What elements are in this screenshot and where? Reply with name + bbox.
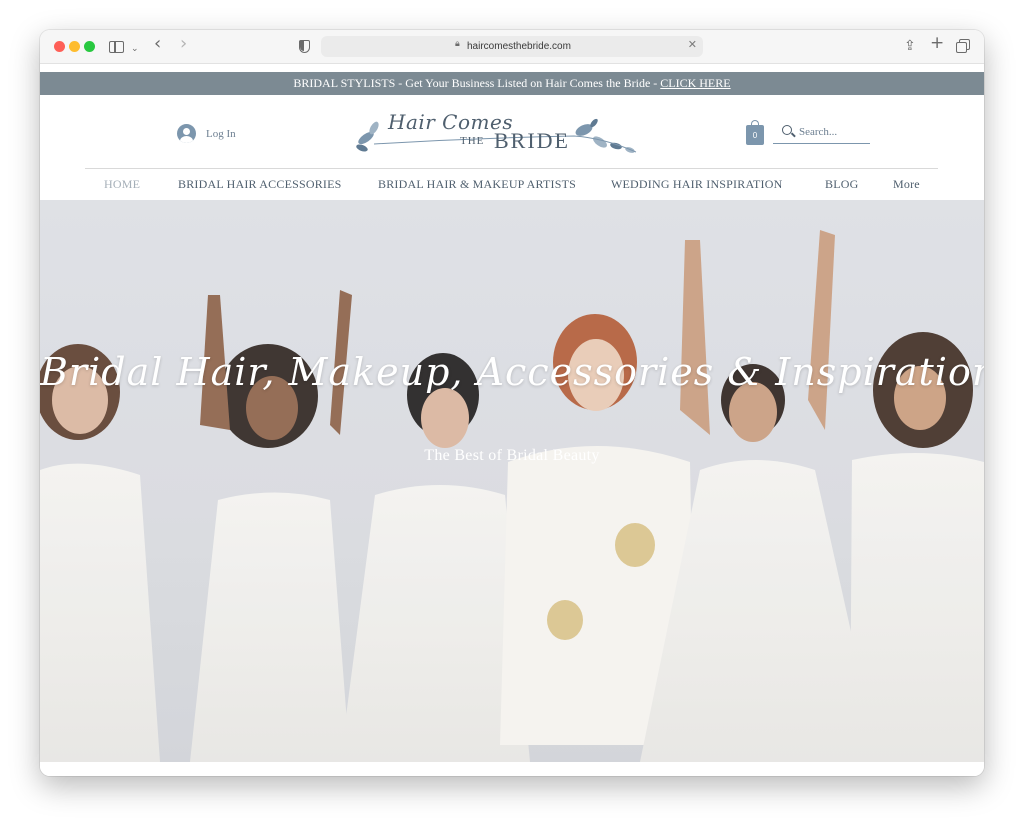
shopping-bag-icon[interactable]: 0 [746, 120, 764, 145]
login-button[interactable]: Log In [177, 124, 236, 143]
chevron-down-icon[interactable]: ⌄ [131, 40, 139, 58]
login-label: Log In [206, 127, 236, 140]
back-arrow-icon[interactable]: ‹ [154, 35, 161, 53]
hero-photo [40, 200, 984, 762]
logo-bride-text: BRIDE [494, 128, 570, 153]
browser-toolbar: ⌄ ‹ › 🔒︎ haircomesthebride.com ✕ ⇪ + [40, 30, 984, 64]
search-input[interactable] [799, 122, 869, 142]
announcement-text: BRIDAL STYLISTS - Get Your Business List… [293, 76, 661, 90]
nav-item-hair-makeup-artists[interactable]: BRIDAL HAIR & MAKEUP ARTISTS [378, 177, 576, 192]
search-icon [782, 125, 792, 135]
nav-item-bridal-hair-accessories[interactable]: BRIDAL HAIR ACCESSORIES [178, 177, 342, 192]
clear-url-icon[interactable]: ✕ [688, 38, 697, 51]
nav-item-more[interactable]: More [893, 177, 920, 192]
sidebar-toggle-icon[interactable] [109, 41, 124, 53]
announcement-link[interactable]: CLICK HERE [660, 76, 730, 90]
url-text: haircomesthebride.com [467, 41, 571, 52]
announcement-bar: BRIDAL STYLISTS - Get Your Business List… [40, 72, 984, 95]
nav-item-home[interactable]: HOME [104, 177, 140, 192]
privacy-shield-icon[interactable] [299, 40, 310, 53]
browser-window: ⌄ ‹ › 🔒︎ haircomesthebride.com ✕ ⇪ + BRI… [40, 30, 984, 776]
main-nav: HOME BRIDAL HAIR ACCESSORIES BRIDAL HAIR… [85, 168, 938, 201]
page-bottom-strip [40, 762, 984, 776]
share-icon[interactable]: ⇪ [904, 37, 916, 55]
tab-overview-icon[interactable] [956, 39, 970, 53]
forward-arrow-icon[interactable]: › [180, 35, 187, 53]
address-bar[interactable]: 🔒︎ haircomesthebride.com ✕ [321, 36, 703, 57]
site-logo[interactable]: Hair Comes THE BRIDE [354, 108, 644, 158]
cart-count: 0 [752, 131, 758, 140]
web-page: BRIDAL STYLISTS - Get Your Business List… [40, 72, 984, 776]
zoom-window-button[interactable] [84, 41, 95, 52]
logo-the-text: THE [460, 135, 485, 147]
close-window-button[interactable] [54, 41, 65, 52]
nav-item-blog[interactable]: BLOG [825, 177, 858, 192]
hero-title: Bridal Hair, Makeup, Accessories & Inspi… [40, 350, 984, 394]
hero-subtitle: The Best of Bridal Beauty [424, 447, 600, 464]
lock-icon: 🔒︎ [455, 39, 460, 49]
site-header: Log In Hair Comes THE BRIDE 0 Search... … [40, 95, 984, 201]
minimize-window-button[interactable] [69, 41, 80, 52]
nav-item-wedding-hair-inspiration[interactable]: WEDDING HAIR INSPIRATION [611, 177, 782, 192]
search-box[interactable] [773, 122, 870, 144]
new-tab-icon[interactable]: + [930, 34, 944, 52]
avatar-icon [177, 124, 196, 143]
hero-banner: Bridal Hair, Makeup, Accessories & Inspi… [40, 200, 984, 762]
